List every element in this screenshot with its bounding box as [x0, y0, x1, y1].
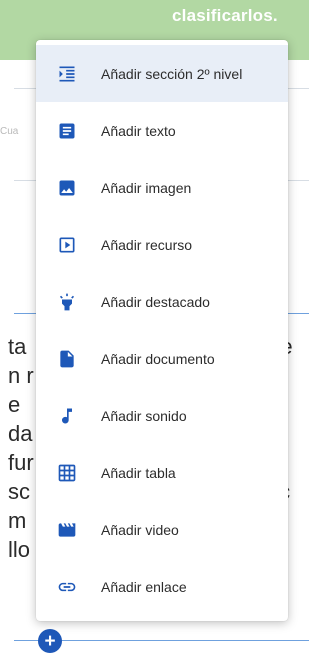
menu-item-label: Añadir recurso: [101, 236, 193, 253]
menu-item-add-sound[interactable]: Añadir sonido: [36, 387, 288, 444]
text-fragment: e: [8, 392, 21, 417]
text-document-icon: [57, 121, 77, 141]
faded-label: Cua: [0, 126, 19, 137]
menu-item-add-text[interactable]: Añadir texto: [36, 102, 288, 159]
banner-text: clasificarlos.: [172, 6, 278, 25]
table-grid-icon: [57, 463, 77, 483]
menu-item-label: Añadir tabla: [101, 464, 176, 481]
text-fragment: da: [8, 421, 33, 446]
music-note-icon: [57, 406, 77, 426]
menu-item-add-image[interactable]: Añadir imagen: [36, 159, 288, 216]
link-icon: [57, 577, 77, 597]
menu-item-label: Añadir destacado: [101, 293, 210, 310]
menu-item-label: Añadir texto: [101, 122, 176, 139]
menu-item-add-resource[interactable]: Añadir recurso: [36, 216, 288, 273]
text-fragment: sc: [8, 479, 30, 504]
menu-item-add-video[interactable]: Añadir video: [36, 501, 288, 558]
text-fragment: n r: [8, 363, 34, 388]
menu-item-add-table[interactable]: Añadir tabla: [36, 444, 288, 501]
menu-item-label: Añadir sonido: [101, 407, 187, 424]
menu-item-label: Añadir sección 2º nivel: [101, 65, 243, 82]
text-fragment: m: [8, 508, 27, 533]
add-content-menu: Añadir sección 2º nivel Añadir texto Aña…: [36, 40, 288, 621]
video-clapper-icon: [57, 520, 77, 540]
menu-item-add-section[interactable]: Añadir sección 2º nivel: [36, 45, 288, 102]
paragraph-left-fragments: ta n r e da fur sc m llo: [8, 332, 34, 564]
text-fragment: llo: [8, 537, 31, 562]
highlight-bulb-icon: [57, 292, 77, 312]
menu-item-label: Añadir enlace: [101, 578, 187, 595]
play-resource-icon: [57, 235, 77, 255]
section-indent-icon: [57, 64, 77, 84]
menu-item-add-document[interactable]: Añadir documento: [36, 330, 288, 387]
add-block-button[interactable]: +: [38, 629, 62, 653]
menu-item-add-highlight[interactable]: Añadir destacado: [36, 273, 288, 330]
menu-item-label: Añadir imagen: [101, 179, 192, 196]
menu-item-add-link[interactable]: Añadir enlace: [36, 558, 288, 615]
text-fragment: ta: [8, 334, 27, 359]
image-icon: [57, 178, 77, 198]
menu-item-label: Añadir documento: [101, 350, 215, 367]
text-fragment: fur: [8, 450, 34, 475]
document-icon: [57, 349, 77, 369]
menu-item-label: Añadir video: [101, 521, 179, 538]
